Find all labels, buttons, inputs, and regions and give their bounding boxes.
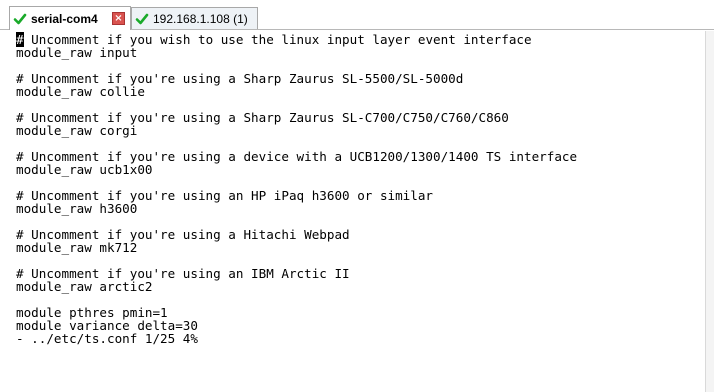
terminal-line: module_raw collie <box>16 84 145 99</box>
tab-label: 192.168.1.108 (1) <box>153 11 248 26</box>
tab-label: serial-com4 <box>31 11 98 26</box>
terminal-line: module_raw mk712 <box>16 240 138 255</box>
vertical-scrollbar[interactable] <box>705 31 714 392</box>
tab-192-168-1-108[interactable]: 192.168.1.108 (1) <box>131 7 258 29</box>
terminal-window: serial-com4 × 192.168.1.108 (1) # Uncomm… <box>0 0 714 392</box>
status-line: - ../etc/ts.conf 1/25 4% <box>16 331 198 346</box>
tab-bar: serial-com4 × 192.168.1.108 (1) <box>0 0 714 30</box>
terminal-line: module_raw h3600 <box>16 201 138 216</box>
close-icon[interactable]: × <box>112 12 125 25</box>
check-icon <box>135 13 149 24</box>
terminal-line: module_raw corgi <box>16 123 138 138</box>
terminal-line: module_raw ucb1x00 <box>16 162 153 177</box>
terminal-line: module_raw input <box>16 45 138 60</box>
tab-serial-com4[interactable]: serial-com4 × <box>9 6 131 30</box>
terminal-line: module_raw arctic2 <box>16 279 153 294</box>
terminal-output[interactable]: # Uncomment if you wish to use the linux… <box>0 31 705 392</box>
check-icon <box>13 13 27 24</box>
